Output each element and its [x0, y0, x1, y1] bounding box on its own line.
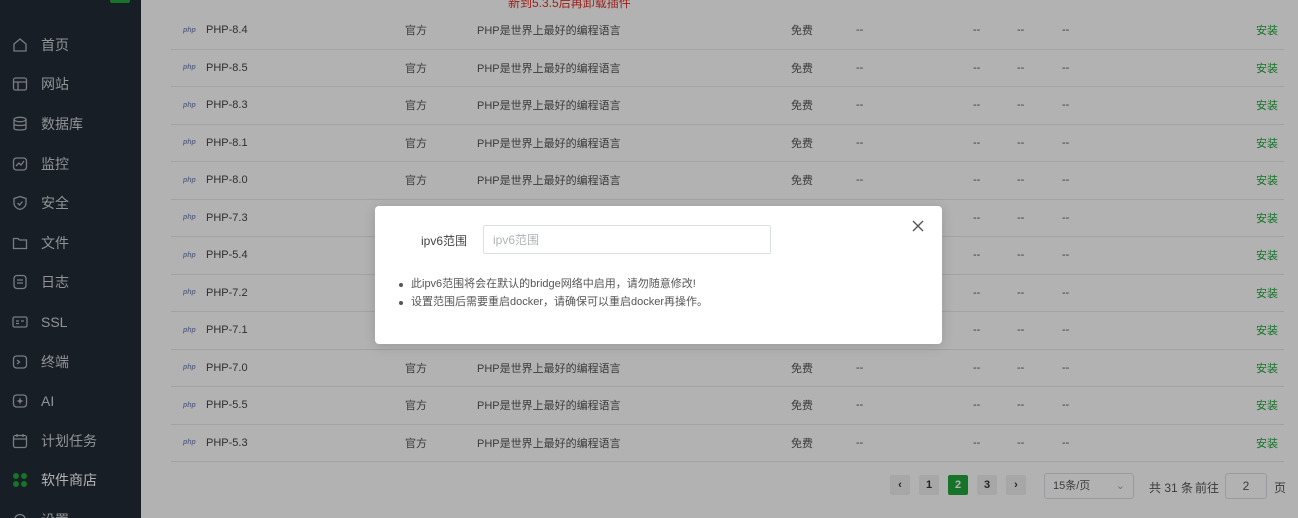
close-icon[interactable] [910, 218, 926, 234]
ipv6-range-input[interactable] [483, 225, 771, 254]
dialog-tips: 此ipv6范围将会在默认的bridge网络中启用，请勿随意修改! 设置范围后需要… [397, 275, 708, 311]
tip-item: 此ipv6范围将会在默认的bridge网络中启用，请勿随意修改! [397, 275, 708, 293]
ipv6-range-dialog: ipv6范围 此ipv6范围将会在默认的bridge网络中启用，请勿随意修改! … [375, 206, 942, 344]
ipv6-range-label: ipv6范围 [421, 234, 468, 248]
tip-item: 设置范围后需要重启docker，请确保可以重启docker再操作。 [397, 293, 708, 311]
